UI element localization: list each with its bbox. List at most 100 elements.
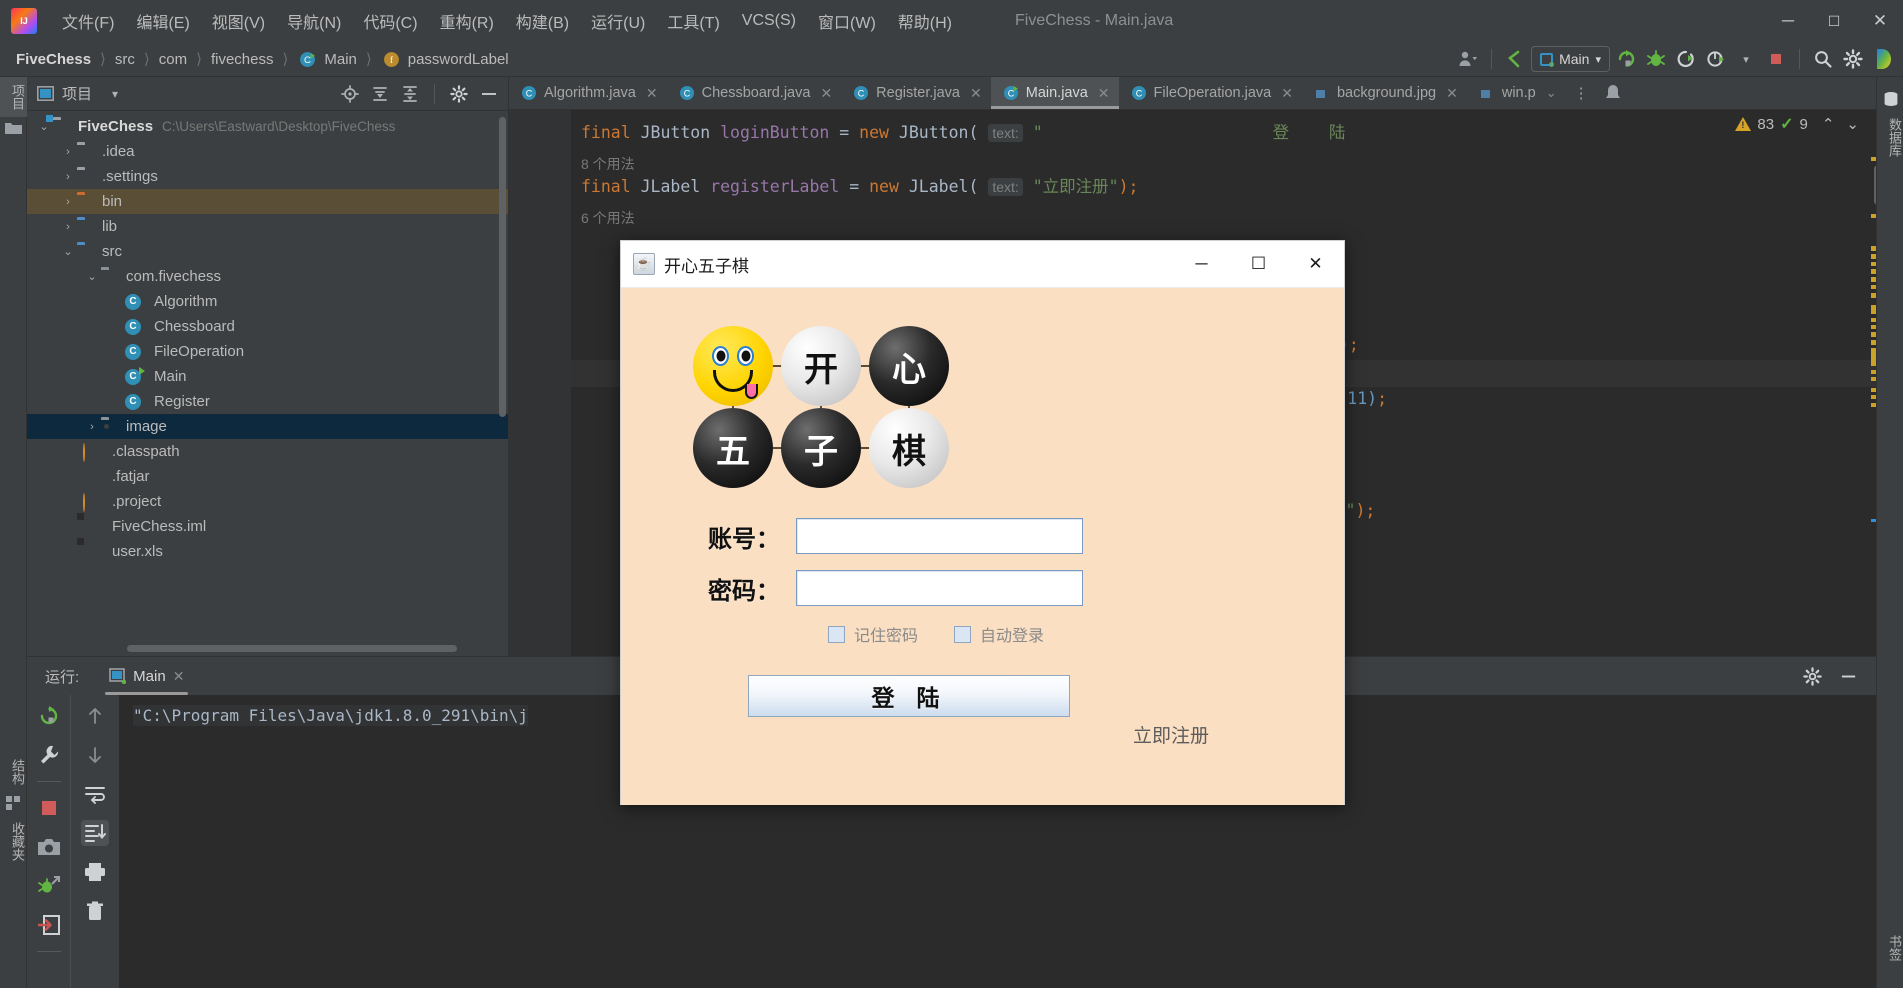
close-icon[interactable]: ✕ [173, 668, 185, 685]
menu-file[interactable]: 文件(F) [51, 5, 125, 37]
project-tree-scrollbar[interactable] [499, 117, 506, 417]
menu-refactor[interactable]: 重构(R) [429, 5, 505, 37]
menu-window[interactable]: 窗口(W) [807, 5, 887, 37]
tree-node-fileoperation[interactable]: C FileOperation [27, 339, 508, 364]
tree-node-userxls[interactable]: user.xls [27, 539, 508, 564]
tree-node-classpath[interactable]: .classpath [27, 439, 508, 464]
camera-icon[interactable] [35, 834, 63, 860]
breadcrumb-item-com[interactable]: com [155, 49, 191, 70]
tree-node-project[interactable]: .project [27, 489, 508, 514]
wrench-icon[interactable] [35, 742, 63, 768]
run-coverage-icon[interactable] [1672, 46, 1700, 72]
menu-navigate[interactable]: 导航(N) [276, 5, 352, 37]
debug-icon[interactable] [1642, 46, 1670, 72]
chevron-down-icon[interactable]: ⌄ [1546, 85, 1557, 101]
tab-background-jpg[interactable]: background.jpg ✕ [1302, 77, 1467, 109]
rerun-icon[interactable] [35, 703, 63, 729]
tree-node-register[interactable]: C Register [27, 389, 508, 414]
dialog-minimize-button[interactable]: ─ [1173, 241, 1230, 287]
auto-login-checkbox[interactable] [954, 625, 972, 643]
tab-algorithm-java[interactable]: C Algorithm.java ✕ [509, 77, 667, 109]
stop-icon[interactable] [1762, 46, 1790, 72]
tab-more-icon[interactable]: ⋮ [1566, 77, 1597, 109]
chevron-right-icon[interactable]: › [59, 196, 77, 208]
chevron-right-icon[interactable]: › [83, 421, 101, 433]
login-dialog[interactable]: ☕ 开心五子棋 ─ ☐ ✕ 开 心 五 子 棋 账号： 密码： 记住密码 自动登… [620, 240, 1345, 805]
run-tab-main[interactable]: Main ✕ [101, 657, 192, 695]
back-arrow-icon[interactable] [1501, 46, 1529, 72]
chevron-right-icon[interactable]: › [59, 171, 77, 183]
tree-node-fatjar[interactable]: .fatjar [27, 464, 508, 489]
close-icon[interactable]: ✕ [970, 85, 982, 102]
menu-help[interactable]: 帮助(H) [887, 5, 963, 37]
menu-vcs[interactable]: VCS(S) [731, 8, 807, 34]
search-icon[interactable] [1809, 46, 1837, 72]
tree-node-idea[interactable]: › .idea [27, 139, 508, 164]
close-icon[interactable]: ✕ [1446, 85, 1458, 102]
exit-icon[interactable] [35, 912, 63, 938]
menu-view[interactable]: 视图(V) [201, 5, 276, 37]
print-icon[interactable] [81, 859, 109, 885]
settings-gear-icon[interactable] [1798, 663, 1826, 689]
maximize-button[interactable]: ☐ [1811, 0, 1857, 42]
tab-win-p[interactable]: win.p ⌄ [1467, 77, 1566, 109]
tree-node-chessboard[interactable]: C Chessboard [27, 314, 508, 339]
chevron-down-icon[interactable]: ▾ [1732, 46, 1760, 72]
menu-code[interactable]: 代码(C) [352, 5, 428, 37]
project-tree-hscrollbar[interactable] [127, 645, 457, 652]
sidebar-item-structure[interactable]: 结构 [0, 752, 27, 792]
tree-node-lib[interactable]: › lib [27, 214, 508, 239]
tab-chessboard-java[interactable]: C Chessboard.java ✕ [667, 77, 842, 109]
prev-problem-icon[interactable]: ⌃ [1822, 115, 1835, 133]
up-arrow-icon[interactable] [81, 703, 109, 729]
menu-build[interactable]: 构建(B) [505, 5, 580, 37]
close-button[interactable]: ✕ [1857, 0, 1903, 42]
scroll-to-end-icon[interactable] [81, 820, 109, 846]
down-arrow-icon[interactable] [81, 742, 109, 768]
settings-gear-icon[interactable] [1839, 46, 1867, 72]
tree-node-com-fivechess[interactable]: ⌄ com.fivechess [27, 264, 508, 289]
chevron-right-icon[interactable]: › [59, 146, 77, 158]
profiler-icon[interactable] [1702, 46, 1730, 72]
tab-main-java[interactable]: C Main.java ✕ [990, 77, 1119, 109]
run-configuration-selector[interactable]: Main ▾ [1531, 46, 1610, 72]
trash-icon[interactable] [81, 898, 109, 924]
password-input[interactable] [796, 570, 1083, 606]
tree-node-main[interactable]: C Main [27, 364, 508, 389]
breadcrumb-item-main[interactable]: Main [320, 49, 361, 70]
tab-fileoperation-java[interactable]: C FileOperation.java ✕ [1119, 77, 1302, 109]
sidebar-item-database[interactable]: 数据库 [1877, 111, 1903, 164]
run-icon[interactable] [1612, 46, 1640, 72]
account-input[interactable] [796, 518, 1083, 554]
tab-register-java[interactable]: C Register.java ✕ [841, 77, 991, 109]
close-icon[interactable]: ✕ [820, 85, 832, 102]
tree-node-algorithm[interactable]: C Algorithm [27, 289, 508, 314]
sidebar-item-favorites[interactable]: 收藏夹 [0, 815, 27, 868]
remember-password-checkbox[interactable] [828, 625, 845, 643]
stop-icon[interactable] [35, 795, 63, 821]
breadcrumb-item-project[interactable]: FiveChess [12, 49, 95, 70]
register-link[interactable]: 立即注册 [1133, 721, 1209, 748]
chevron-down-icon[interactable]: ▾ [102, 82, 128, 106]
idea-status-icon[interactable] [1869, 46, 1897, 72]
expand-all-icon[interactable] [367, 82, 393, 106]
close-icon[interactable]: ✕ [1098, 85, 1110, 102]
hide-panel-icon[interactable] [476, 82, 502, 106]
tree-node-settings[interactable]: › .settings [27, 164, 508, 189]
menu-edit[interactable]: 编辑(E) [125, 5, 200, 37]
collapse-all-icon[interactable] [397, 82, 423, 106]
tree-node-fivechess[interactable]: ⌄ FiveChess C:\Users\Eastward\Desktop\Fi… [27, 114, 508, 139]
tree-node-iml[interactable]: FiveChess.iml [27, 514, 508, 539]
folder-icon[interactable] [0, 117, 27, 139]
tree-node-src[interactable]: ⌄ src [27, 239, 508, 264]
minimize-button[interactable]: ─ [1765, 0, 1811, 42]
dialog-maximize-button[interactable]: ☐ [1230, 241, 1287, 287]
locate-icon[interactable] [337, 82, 363, 106]
breadcrumb-item-fivechess[interactable]: fivechess [207, 49, 278, 70]
thread-dump-icon[interactable] [35, 873, 63, 899]
user-avatar-icon[interactable] [1454, 46, 1482, 72]
login-button[interactable]: 登 陆 [748, 675, 1070, 717]
menu-tools[interactable]: 工具(T) [656, 5, 730, 37]
tree-node-bin[interactable]: › bin [27, 189, 508, 214]
soft-wrap-icon[interactable] [81, 781, 109, 807]
